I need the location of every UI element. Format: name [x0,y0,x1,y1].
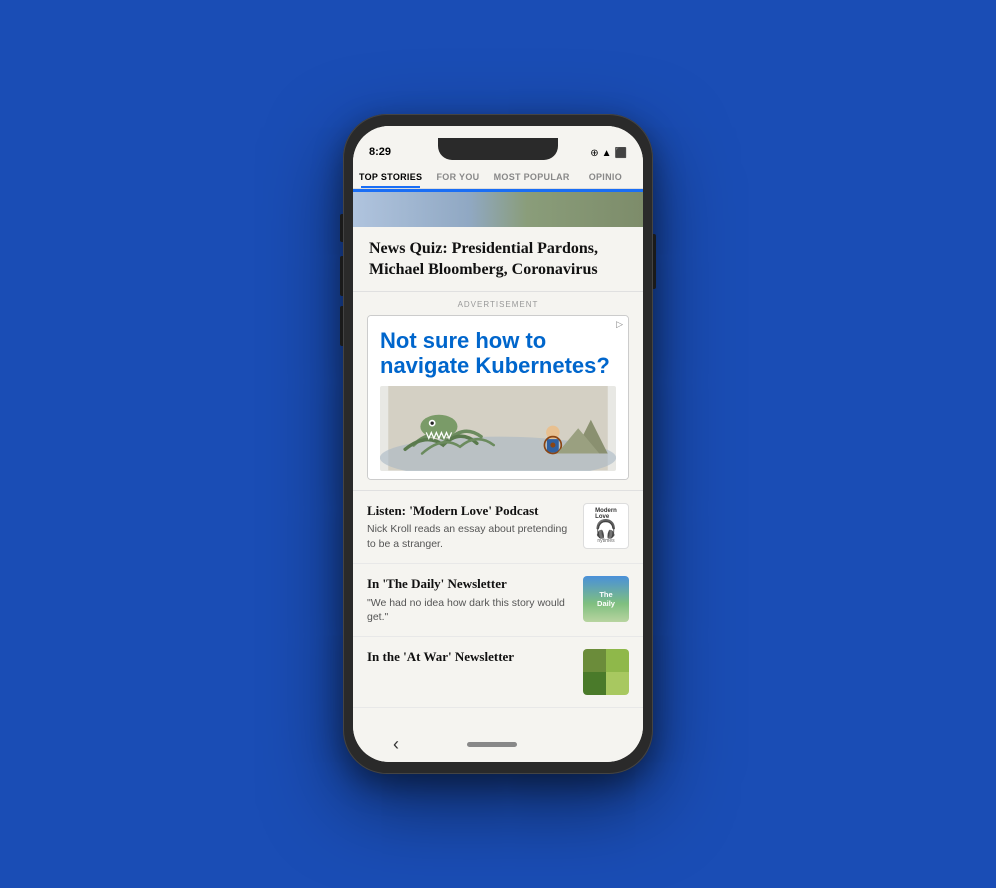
battery-icon: ⬛ [615,148,627,159]
ad-section: ADVERTISEMENT ▷ Not sure how to navigate… [353,292,643,491]
nav-tabs: TOP STORIES FOR YOU MOST POPULAR OPINIO [353,164,643,189]
thumb-quadrant-1 [583,649,606,672]
signal-icon: ▲ [602,148,612,159]
tab-most-popular[interactable]: MOST POPULAR [492,164,572,188]
thumb-quadrant-2 [606,649,629,672]
phone-screen: 8:29 ⊕ ▲ ⬛ TOP STORIES FOR YOU MOST POPU… [353,126,643,762]
ad-box[interactable]: ▷ Not sure how to navigate Kubernetes? [367,315,629,480]
tab-top-stories[interactable]: TOP STORIES [357,164,424,188]
image-strip [353,189,643,227]
notch [438,138,558,160]
headline-section[interactable]: News Quiz: Presidential Pardons, Michael… [353,227,643,292]
news-item-thumb-3 [583,649,629,695]
ad-headline: Not sure how to navigate Kubernetes? [380,328,616,379]
wifi-icon: ⊕ [590,148,598,159]
news-item-text-1: Listen: 'Modern Love' Podcast Nick Kroll… [367,503,573,551]
phone-mockup: 8:29 ⊕ ▲ ⬛ TOP STORIES FOR YOU MOST POPU… [343,114,653,774]
daily-thumb-text: TheDaily [597,590,615,608]
news-item-at-war[interactable]: In the 'At War' Newsletter [353,637,643,708]
volume-down-button [340,306,343,346]
news-item-text-2: In 'The Daily' Newsletter "We had no ide… [367,576,573,624]
thumb-quadrant-4 [606,672,629,695]
news-item-title-1: Listen: 'Modern Love' Podcast [367,503,573,520]
volume-up-button [340,256,343,296]
news-item-daily[interactable]: In 'The Daily' Newsletter "We had no ide… [353,564,643,637]
status-icons: ⊕ ▲ ⬛ [590,148,627,159]
ad-label: ADVERTISEMENT [367,300,629,309]
ad-illustration [380,386,616,470]
news-item-thumb-2: TheDaily [583,576,629,622]
news-item-modern-love[interactable]: Listen: 'Modern Love' Podcast Nick Kroll… [353,491,643,564]
news-item-desc-1: Nick Kroll reads an essay about pretendi… [367,522,573,550]
mute-button [340,214,343,242]
tab-for-you[interactable]: FOR YOU [424,164,491,188]
news-item-title-2: In 'The Daily' Newsletter [367,576,573,593]
ad-info-icon: ▷ [616,319,623,330]
tab-opinion[interactable]: OPINIO [572,164,639,188]
home-indicator[interactable] [467,742,517,747]
scroll-content: News Quiz: Presidential Pardons, Michael… [353,189,643,726]
back-button[interactable]: ‹ [393,734,399,755]
news-item-thumb-1: ModernLove 🎧 nytimes [583,503,629,549]
news-item-desc-2: "We had no idea how dark this story woul… [367,596,573,624]
ad-content: Not sure how to navigate Kubernetes? [368,316,628,479]
thumb-quadrant-3 [583,672,606,695]
news-item-title-3: In the 'At War' Newsletter [367,649,573,666]
news-item-text-3: In the 'At War' Newsletter [367,649,573,669]
headline-text: News Quiz: Presidential Pardons, Michael… [369,239,627,281]
status-time: 8:29 [369,146,391,158]
bottom-bar: ‹ [353,726,643,762]
power-button [653,234,656,289]
